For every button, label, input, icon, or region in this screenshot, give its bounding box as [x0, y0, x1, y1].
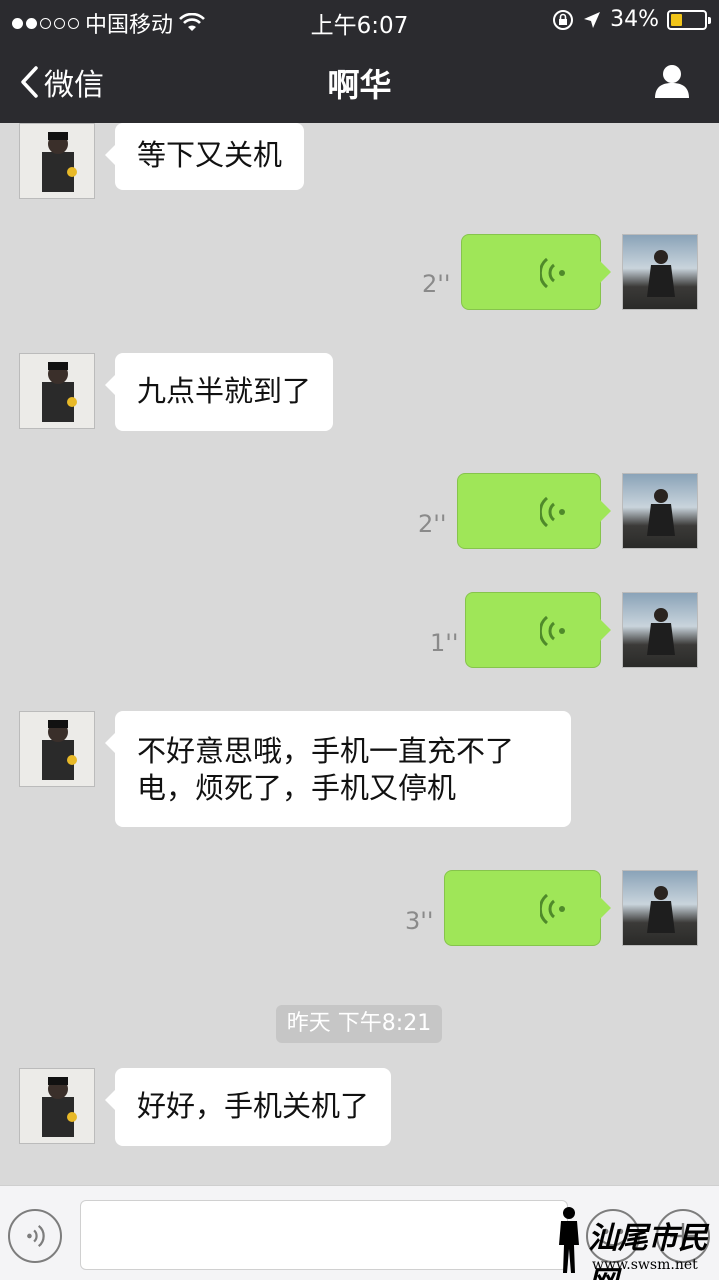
message-bubble-text[interactable]: 等下又关机: [104, 123, 305, 190]
lock-rotation-icon: [553, 9, 574, 30]
my-avatar[interactable]: [622, 592, 698, 668]
profile-icon[interactable]: [653, 62, 691, 100]
voice-message-bubble[interactable]: [461, 234, 611, 310]
voice-message-bubble[interactable]: [465, 592, 611, 668]
voice-wave-icon: [540, 496, 565, 528]
friend-avatar[interactable]: [19, 123, 95, 199]
person-silhouette-icon: [559, 1207, 579, 1273]
voice-duration: 2'': [422, 270, 451, 298]
nav-bar: 微信 啊华: [0, 40, 719, 123]
voice-duration: 3'': [405, 907, 434, 935]
message-text: 等下又关机: [137, 138, 283, 172]
voice-message-bubble[interactable]: [457, 473, 611, 549]
voice-duration: 2'': [418, 510, 447, 538]
friend-avatar[interactable]: [19, 1068, 95, 1144]
chat-area[interactable]: 等下又关机 2'' 九点半就到了 2'' 1'' 不好意思哦，手机一直充不了电，…: [0, 123, 719, 1185]
message-text: 不好意思哦，手机一直充不了电，烦死了，手机又停机: [137, 734, 515, 806]
message-input[interactable]: [80, 1200, 568, 1270]
battery-icon: [667, 9, 711, 30]
voice-wave-icon: [540, 893, 565, 925]
my-avatar[interactable]: [622, 473, 698, 549]
battery-percent: 34%: [610, 7, 659, 32]
chat-title: 啊华: [327, 66, 392, 104]
watermark-url: www.swsm.net: [592, 1257, 698, 1273]
voice-input-icon[interactable]: [8, 1209, 62, 1263]
friend-avatar[interactable]: [19, 711, 95, 787]
watermark-logo: 汕尾市民网 www.swsm.net: [552, 1205, 717, 1280]
top-bar: 中国移动 上午6:07 34% 微信 啊华: [0, 0, 719, 123]
my-avatar[interactable]: [622, 234, 698, 310]
time-separator: 昨天 下午8:21: [276, 1005, 442, 1043]
friend-avatar[interactable]: [19, 353, 95, 429]
voice-wave-icon: [540, 615, 565, 647]
status-right: 34%: [552, 7, 711, 32]
status-bar: 中国移动 上午6:07 34%: [0, 0, 719, 40]
location-arrow-icon: [584, 11, 601, 28]
message-bubble-text[interactable]: 不好意思哦，手机一直充不了电，烦死了，手机又停机: [105, 711, 571, 827]
message-text: 好好，手机关机了: [137, 1089, 370, 1123]
voice-duration: 1'': [430, 629, 459, 657]
voice-message-bubble[interactable]: [444, 870, 611, 946]
voice-wave-icon: [540, 257, 565, 289]
battery-fill: [671, 13, 682, 26]
message-text: 九点半就到了: [137, 374, 312, 408]
message-bubble-text[interactable]: 九点半就到了: [104, 353, 334, 431]
my-avatar[interactable]: [622, 870, 698, 946]
message-bubble-text[interactable]: 好好，手机关机了: [104, 1068, 392, 1146]
